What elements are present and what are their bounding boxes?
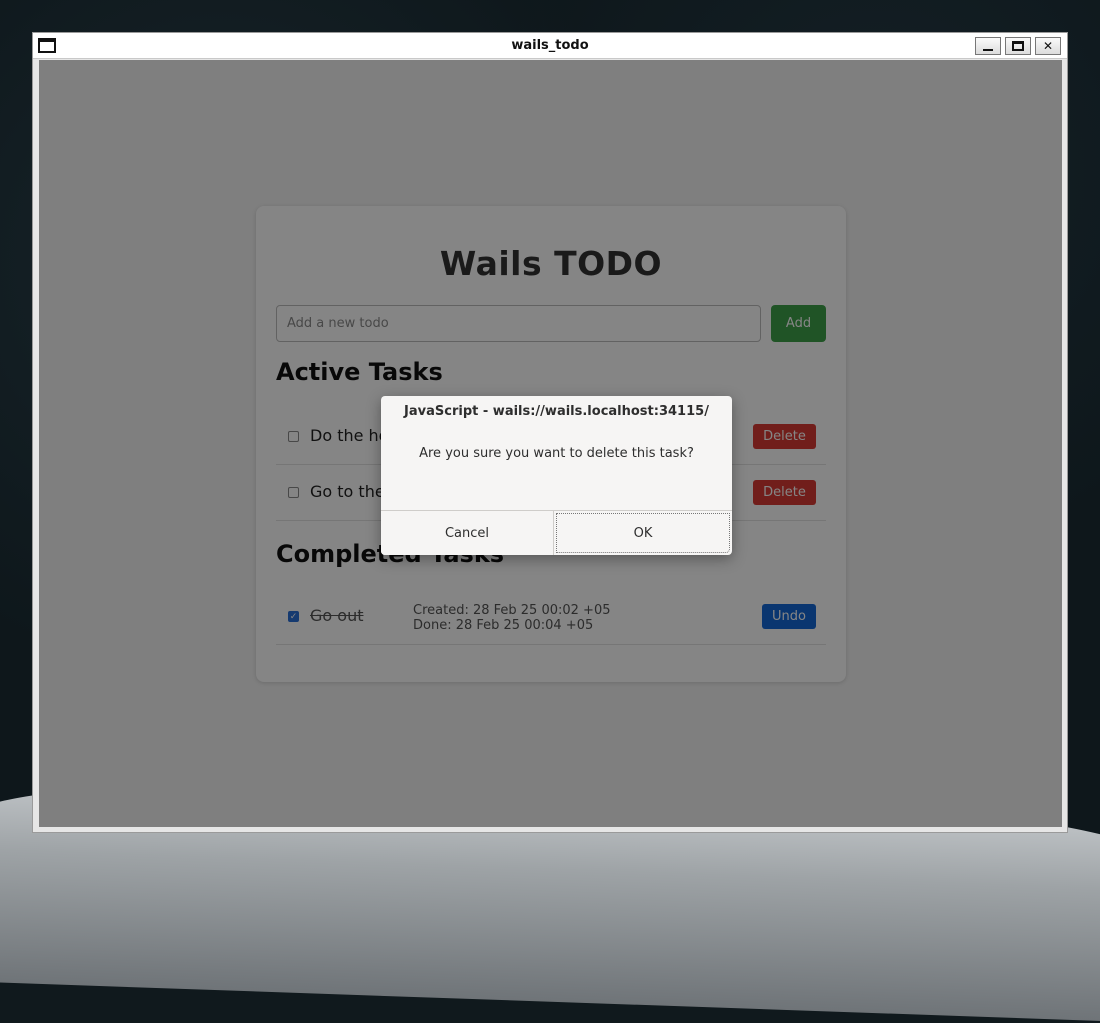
dialog-title: JavaScript - wails://wails.localhost:341…: [404, 404, 709, 419]
window-title: wails_todo: [511, 38, 589, 53]
window-titlebar[interactable]: wails_todo ✕: [33, 33, 1067, 59]
ok-button[interactable]: OK: [556, 513, 730, 553]
maximize-icon: [1012, 41, 1024, 51]
minimize-button[interactable]: [975, 37, 1001, 55]
close-button[interactable]: ✕: [1035, 37, 1061, 55]
maximize-button[interactable]: [1005, 37, 1031, 55]
dialog-message: Are you sure you want to delete this tas…: [419, 446, 694, 461]
dialog-button-bar: Cancel OK: [381, 510, 732, 555]
minimize-icon: [983, 49, 993, 51]
app-window: wails_todo ✕ Wails TODO Add Active Tasks…: [32, 32, 1068, 833]
confirm-dialog: JavaScript - wails://wails.localhost:341…: [381, 396, 732, 555]
webview-content: Wails TODO Add Active Tasks Do the homew…: [39, 60, 1062, 827]
close-icon: ✕: [1042, 39, 1054, 53]
cancel-button[interactable]: Cancel: [381, 511, 554, 555]
